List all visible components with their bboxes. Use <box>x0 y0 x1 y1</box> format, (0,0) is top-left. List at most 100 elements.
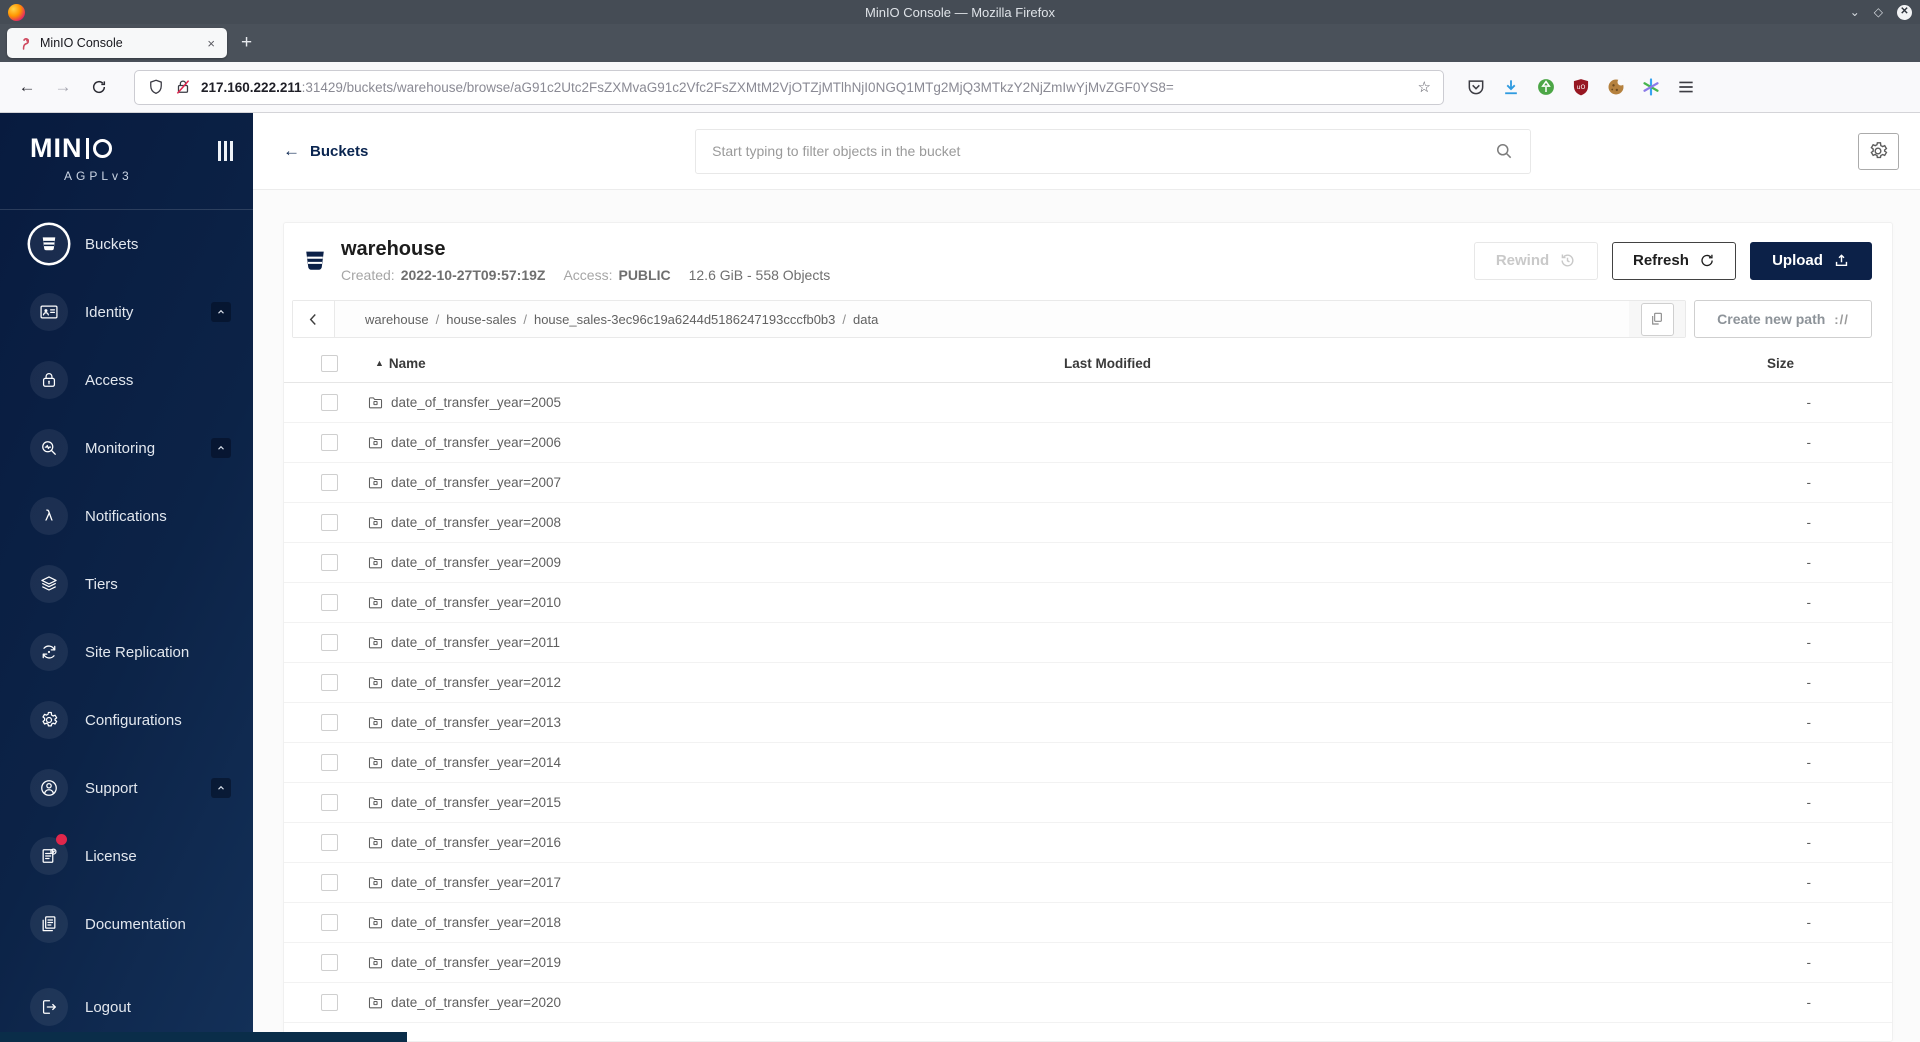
select-all-checkbox[interactable] <box>321 354 338 372</box>
table-row[interactable]: date_of_transfer_year=2017 - <box>284 862 1892 903</box>
object-name[interactable]: date_of_transfer_year=2009 <box>391 555 561 570</box>
copy-path-button[interactable] <box>1640 302 1674 336</box>
table-row[interactable]: date_of_transfer_year=2006 - <box>284 422 1892 463</box>
row-checkbox[interactable] <box>321 673 338 691</box>
cookie-icon[interactable] <box>1606 77 1626 97</box>
chevron-up-icon[interactable] <box>211 438 231 458</box>
sort-asc-icon[interactable]: ▲ <box>375 358 384 368</box>
search-input[interactable] <box>712 143 1495 159</box>
object-name[interactable]: date_of_transfer_year=2016 <box>391 835 561 850</box>
upload-button[interactable]: Upload <box>1750 241 1872 280</box>
breadcrumb-segment[interactable]: warehouse <box>365 312 429 327</box>
table-row[interactable]: date_of_transfer_year=2009 - <box>284 542 1892 583</box>
container-icon[interactable] <box>1641 77 1661 97</box>
row-checkbox[interactable] <box>321 433 338 451</box>
table-row[interactable]: date_of_transfer_year=2013 - <box>284 702 1892 743</box>
chevron-up-icon[interactable] <box>211 302 231 322</box>
url-bar[interactable]: 217.160.222.211:31429/buckets/warehouse/… <box>134 69 1444 105</box>
row-checkbox[interactable] <box>321 993 338 1011</box>
chevron-up-icon[interactable] <box>211 778 231 798</box>
access-value[interactable]: PUBLIC <box>618 267 670 283</box>
object-name[interactable]: date_of_transfer_year=2018 <box>391 915 561 930</box>
sidebar-item-site-replication[interactable]: Site Replication <box>0 618 253 686</box>
table-row[interactable]: date_of_transfer_year=2008 - <box>284 502 1892 543</box>
sidebar-item-documentation[interactable]: Documentation <box>0 890 253 958</box>
table-row[interactable]: date_of_transfer_year=2019 - <box>284 942 1892 983</box>
breadcrumb-segment[interactable]: house-sales <box>446 312 516 327</box>
table-row[interactable]: date_of_transfer_year=2011 - <box>284 622 1892 663</box>
table-row[interactable]: date_of_transfer_year=2010 - <box>284 582 1892 623</box>
row-checkbox[interactable] <box>321 393 338 411</box>
row-checkbox[interactable] <box>321 953 338 971</box>
object-name[interactable]: date_of_transfer_year=2008 <box>391 515 561 530</box>
tracking-shield-icon[interactable] <box>147 78 165 96</box>
object-name[interactable]: date_of_transfer_year=2020 <box>391 995 561 1010</box>
url-text[interactable]: 217.160.222.211:31429/buckets/warehouse/… <box>201 80 1410 95</box>
bookmark-star-icon[interactable]: ☆ <box>1418 78 1431 96</box>
back-to-buckets-link[interactable]: ← Buckets <box>283 141 368 161</box>
object-name[interactable]: date_of_transfer_year=2013 <box>391 715 561 730</box>
object-name[interactable]: date_of_transfer_year=2010 <box>391 595 561 610</box>
object-name[interactable]: date_of_transfer_year=2006 <box>391 435 561 450</box>
minimize-icon[interactable]: ⌄ <box>1850 6 1860 18</box>
object-name[interactable]: date_of_transfer_year=2019 <box>391 955 561 970</box>
breadcrumb-segment[interactable]: data <box>853 312 878 327</box>
row-checkbox[interactable] <box>321 793 338 811</box>
object-name[interactable]: date_of_transfer_year=2011 <box>391 635 560 650</box>
row-checkbox[interactable] <box>321 593 338 611</box>
table-row[interactable]: date_of_transfer_year=2005 - <box>284 382 1892 423</box>
sidebar-item-logout[interactable]: Logout <box>0 973 253 1041</box>
sidebar-item-access[interactable]: Access <box>0 346 253 414</box>
row-checkbox[interactable] <box>321 753 338 771</box>
row-checkbox[interactable] <box>321 873 338 891</box>
row-checkbox[interactable] <box>321 473 338 491</box>
row-checkbox[interactable] <box>321 833 338 851</box>
row-checkbox[interactable] <box>321 713 338 731</box>
object-name[interactable]: date_of_transfer_year=2017 <box>391 875 561 890</box>
breadcrumb-back-button[interactable] <box>293 301 335 337</box>
sidebar-item-configurations[interactable]: Configurations <box>0 686 253 754</box>
column-name[interactable]: Name <box>389 356 426 371</box>
download-icon[interactable] <box>1501 77 1521 97</box>
sidebar-item-identity[interactable]: Identity <box>0 278 253 346</box>
sidebar-collapse-icon[interactable] <box>218 141 233 161</box>
ublock-icon[interactable]: uO <box>1571 77 1591 97</box>
forward-icon[interactable]: → <box>48 72 78 102</box>
pocket-icon[interactable] <box>1466 77 1486 97</box>
sidebar-item-buckets[interactable]: Buckets <box>0 210 253 278</box>
table-row[interactable]: date_of_transfer_year=2012 - <box>284 662 1892 703</box>
back-icon[interactable]: ← <box>12 72 42 102</box>
table-row[interactable]: date_of_transfer_year=2020 - <box>284 982 1892 1023</box>
sidebar-item-notifications[interactable]: λ Notifications <box>0 482 253 550</box>
object-name[interactable]: date_of_transfer_year=2012 <box>391 675 561 690</box>
object-name[interactable]: date_of_transfer_year=2015 <box>391 795 561 810</box>
maximize-icon[interactable]: ◇ <box>1874 6 1883 18</box>
rewind-button[interactable]: Rewind <box>1474 241 1598 280</box>
privacy-badger-icon[interactable] <box>1536 77 1556 97</box>
breadcrumb-segment[interactable]: house_sales-3ec96c19a6244d5186247193cccf… <box>534 312 835 327</box>
object-name[interactable]: date_of_transfer_year=2005 <box>391 395 561 410</box>
close-icon[interactable]: ✕ <box>1897 4 1912 20</box>
menu-icon[interactable] <box>1676 77 1696 97</box>
column-last-modified[interactable]: Last Modified <box>1064 345 1767 383</box>
tab-close-icon[interactable]: × <box>205 36 217 51</box>
sidebar-item-support[interactable]: Support <box>0 754 253 822</box>
browser-tab[interactable]: MinIO Console × <box>7 28 227 58</box>
table-row[interactable]: date_of_transfer_year=2014 - <box>284 742 1892 783</box>
table-row[interactable]: date_of_transfer_year=2018 - <box>284 902 1892 943</box>
object-name[interactable]: date_of_transfer_year=2014 <box>391 755 561 770</box>
reload-icon[interactable] <box>84 72 114 102</box>
row-checkbox[interactable] <box>321 513 338 531</box>
sidebar-item-monitoring[interactable]: Monitoring <box>0 414 253 482</box>
new-tab-button[interactable]: + <box>241 32 252 54</box>
table-row[interactable]: date_of_transfer_year=2007 - <box>284 462 1892 503</box>
filter-objects-search[interactable] <box>695 128 1532 174</box>
sidebar-item-tiers[interactable]: Tiers <box>0 550 253 618</box>
sidebar-item-license[interactable]: License <box>0 822 253 890</box>
insecure-lock-icon[interactable] <box>174 78 192 96</box>
row-checkbox[interactable] <box>321 633 338 651</box>
row-checkbox[interactable] <box>321 553 338 571</box>
refresh-button[interactable]: Refresh <box>1612 241 1736 280</box>
create-new-path-button[interactable]: Create new path :// <box>1694 300 1872 338</box>
table-row[interactable]: date_of_transfer_year=2015 - <box>284 782 1892 823</box>
